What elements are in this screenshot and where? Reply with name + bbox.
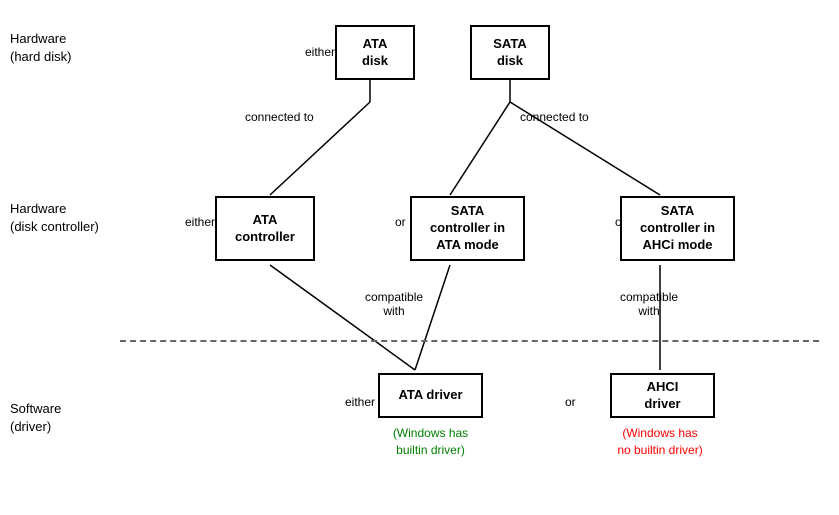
either-label-2: either — [185, 215, 215, 229]
compatible-with-label-1: compatiblewith — [365, 290, 423, 318]
box-ata-controller: ATAcontroller — [215, 196, 315, 261]
label-hardware-hard-disk: Hardware(hard disk) — [10, 30, 71, 66]
compatible-with-label-2: compatiblewith — [620, 290, 678, 318]
box-ata-driver: ATA driver — [378, 373, 483, 418]
label-hardware-disk-controller: Hardware(disk controller) — [10, 200, 99, 236]
or-label-2: or — [395, 215, 406, 229]
or-label-4: or — [565, 395, 576, 409]
label-software-driver: Software(driver) — [10, 400, 61, 436]
box-sata-controller-ata: SATAcontroller inATA mode — [410, 196, 525, 261]
connected-to-label-1: connected to — [245, 110, 314, 124]
box-ata-disk: ATAdisk — [335, 25, 415, 80]
box-sata-controller-ahci: SATAcontroller inAHCi mode — [620, 196, 735, 261]
dashed-divider — [120, 340, 819, 342]
either-label-1: either — [305, 45, 335, 59]
diagram-container: Hardware(hard disk) Hardware(disk contro… — [0, 0, 839, 515]
box-sata-disk: SATAdisk — [470, 25, 550, 80]
note-windows-no-builtin: (Windows hasno builtin driver) — [600, 425, 720, 459]
connected-to-label-2: connected to — [520, 110, 589, 124]
either-label-3: either — [345, 395, 375, 409]
box-ahci-driver: AHCIdriver — [610, 373, 715, 418]
note-windows-builtin: (Windows hasbuiltin driver) — [378, 425, 483, 459]
